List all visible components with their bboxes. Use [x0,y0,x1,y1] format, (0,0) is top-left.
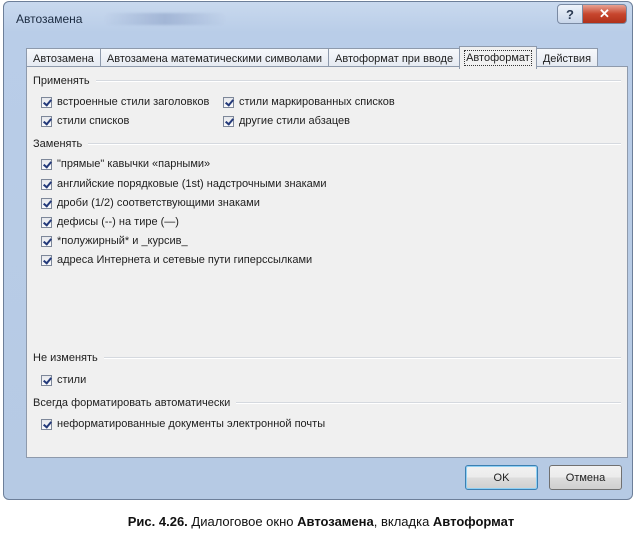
tab-label: Автоформат [464,50,532,66]
option-label: встроенные стили заголовков [57,96,210,108]
checkbox[interactable] [41,178,52,190]
figure-number: Рис. 4.26. [127,514,188,529]
checkbox[interactable] [41,254,52,266]
checkbox[interactable] [41,96,52,108]
divider [95,80,621,82]
section-apply: Применять [33,75,621,87]
section-label: Не изменять [33,352,98,364]
option-list-styles[interactable]: стили списков [41,115,129,127]
checkbox[interactable] [41,216,52,228]
section-label: Заменять [33,138,83,150]
option-label: стили маркированных списков [239,96,395,108]
caption-dialog-name: Автозамена [297,514,374,529]
checkbox[interactable] [41,115,52,127]
option-label: дроби (1/2) соответствующими знаками [57,197,260,209]
option-smart-quotes[interactable]: "прямые" кавычки «парными» [41,158,210,170]
cancel-button[interactable]: Отмена [549,465,622,490]
option-hyperlinks[interactable]: адреса Интернета и сетевые пути гиперссы… [41,254,312,266]
figure-caption: Рис. 4.26. Диалоговое окно Автозамена, в… [0,514,642,529]
tab-autoformat-as-you-type[interactable]: Автоформат при вводе [328,48,461,68]
checkbox[interactable] [223,96,234,108]
option-bold-italic[interactable]: *полужирный* и _курсив_ [41,235,188,247]
option-bulleted-list-styles[interactable]: стили маркированных списков [223,96,395,108]
section-preserve: Не изменять [33,352,621,364]
option-label: другие стили абзацев [239,115,351,127]
tab-strip: Автозамена Автозамена математическими си… [26,46,599,69]
option-ordinals-superscript[interactable]: английские порядковые (1st) надстрочными… [41,178,327,190]
help-button[interactable]: ? [557,4,583,24]
option-label: "прямые" кавычки «парными» [57,158,211,170]
option-label: стили [57,374,87,386]
option-label: стили списков [57,115,130,127]
option-label: *полужирный* и _курсив_ [57,235,188,247]
section-replace: Заменять [33,138,621,150]
tab-label: Автозамена [33,52,94,65]
close-icon: ✕ [599,6,610,21]
tab-label: Действия [542,52,592,65]
tab-autocorrect[interactable]: Автозамена [26,48,101,68]
option-hyphens-to-dash[interactable]: дефисы (--) на тире (—) [41,216,179,228]
option-other-paragraph-styles[interactable]: другие стили абзацев [223,115,350,127]
checkbox[interactable] [41,418,52,430]
section-label: Применять [33,75,90,87]
close-button[interactable]: ✕ [583,4,627,24]
checkbox[interactable] [41,158,52,170]
caption-tab-name: Автоформат [432,514,515,529]
option-label: адреса Интернета и сетевые пути гиперссы… [57,254,313,266]
tab-actions[interactable]: Действия [535,48,599,68]
blurred-title-text [104,13,226,25]
divider [236,402,621,404]
checkbox[interactable] [223,115,234,127]
ok-button[interactable]: OK [465,465,538,490]
option-fractions[interactable]: дроби (1/2) соответствующими знаками [41,197,260,209]
caption-text: Диалоговое окно [187,514,298,529]
tab-autoformat[interactable]: Автоформат [459,46,537,69]
option-label: английские порядковые (1st) надстрочными… [57,178,327,190]
divider [88,143,621,145]
option-label: дефисы (--) на тире (—) [57,216,179,228]
tab-label: Автозамена математическими символами [106,52,323,65]
option-label: неформатированные документы электронной … [57,418,326,430]
divider [103,357,621,359]
option-plain-text-email[interactable]: неформатированные документы электронной … [41,418,325,430]
checkbox[interactable] [41,374,52,386]
checkbox[interactable] [41,197,52,209]
caption-buttons: ? ✕ [557,4,627,24]
section-always-autoformat: Всегда форматировать автоматически [33,397,621,409]
tab-math-autocorrect[interactable]: Автозамена математическими символами [99,48,330,68]
autocorrect-dialog: Автозамена ? ✕ Автозамена Автозамена мат… [3,1,633,500]
section-label: Всегда форматировать автоматически [33,397,231,409]
option-styles[interactable]: стили [41,374,86,386]
window-title: Автозамена [16,12,83,26]
checkbox[interactable] [41,235,52,247]
option-builtin-heading-styles[interactable]: встроенные стили заголовков [41,96,209,108]
caption-text: , вкладка [373,514,433,529]
tab-label: Автоформат при вводе [335,52,454,65]
autoformat-panel: Применять встроенные стили заголовков ст… [26,66,628,458]
